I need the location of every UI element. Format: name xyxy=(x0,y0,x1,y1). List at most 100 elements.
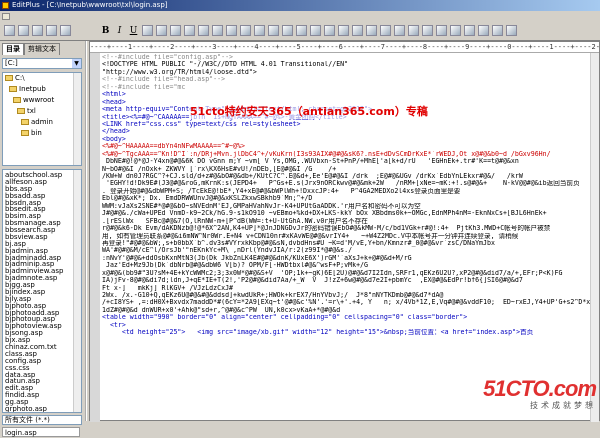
italic-icon[interactable]: I xyxy=(114,25,125,36)
toolbar: B I U xyxy=(0,22,600,41)
code-line: <!--#include file="mc xyxy=(102,83,186,91)
style-icon[interactable] xyxy=(422,25,433,36)
settings-icon[interactable] xyxy=(492,25,503,36)
code-line: <html> xyxy=(102,91,126,99)
indent-icon[interactable] xyxy=(226,25,237,36)
div-icon[interactable] xyxy=(366,25,377,36)
code-line: 1dZ#@#@&d dnWUR+x0'+Ahk@"sd+r,^@#@&c^PW … xyxy=(102,306,341,314)
title-bar: EditPlus - [C:\Inetpub\wwwroot\txl\login… xyxy=(0,0,600,11)
code-line: WA'#@#@&M/cE^l/OrsJb'"nEKnkYc+M\ ,nDrl(Y… xyxy=(102,247,353,255)
tree-item[interactable]: Inetpub xyxy=(9,85,46,94)
file-filter-select[interactable]: 所有文件 (*.*) xyxy=(2,415,82,425)
column-ruler: ----+----1----+----2----+----3----+----4… xyxy=(90,42,599,53)
validate-icon[interactable] xyxy=(464,25,475,36)
code-line: r@#@&k6-Dk Evm/dAKDNzb@!@*6X^2AN,K4+UP]*… xyxy=(102,225,551,233)
paragraph-icon[interactable] xyxy=(254,25,265,36)
code-line: <LINK href="css.css" type=text/css rel=s… xyxy=(102,120,301,128)
code-line: <%#@~^HAAAAA==dbYn4nNFwMAAAA==^#~@%> xyxy=(102,143,245,151)
folder-open-icon xyxy=(17,108,25,114)
line-gutter xyxy=(90,53,100,422)
tree-item[interactable]: txl xyxy=(17,107,36,116)
save-all-icon[interactable] xyxy=(46,25,57,36)
color-icon[interactable] xyxy=(156,25,167,36)
code-line: Ft x-] mkKj] RlKGV+ /VJzLdzCxJ# xyxy=(102,284,234,292)
tree-item[interactable]: admin xyxy=(21,118,53,127)
code-line: J#@#@&./cWa+UPEd VnmD-k9~2Ck/hG.9-s1kO91… xyxy=(102,210,547,218)
tools-icon[interactable] xyxy=(478,25,489,36)
folder-icon xyxy=(21,119,29,125)
underline-icon[interactable]: U xyxy=(128,25,139,36)
tree-item[interactable]: C:\ xyxy=(5,74,25,83)
preview-icon[interactable] xyxy=(436,25,447,36)
site-watermark: 51CTO.com 技术成就梦想 xyxy=(483,376,597,411)
tab-directory[interactable]: 目录 xyxy=(2,43,24,55)
chevron-down-icon[interactable]: ▼ xyxy=(72,59,81,68)
file-list-scrollbar[interactable] xyxy=(73,170,81,412)
code-line: DbNE#@!@*@J-Y4xn@#@&6K DO vGnn m;Y ~vm[ … xyxy=(102,158,519,166)
tree-item[interactable]: bin xyxy=(21,129,42,138)
form-icon[interactable] xyxy=(296,25,307,36)
code-line: <!DOCTYPE HTML PUBLIC "-//W3C//DTD HTML … xyxy=(102,61,349,69)
link-icon[interactable] xyxy=(170,25,181,36)
script-icon[interactable] xyxy=(408,25,419,36)
menu-bar xyxy=(0,11,600,22)
folder-icon xyxy=(21,130,29,136)
code-line: .[rESlWx SFBc@#@&7(O,lRnNW-m+[P^dB(WW=:t… xyxy=(102,217,368,225)
comment-icon[interactable] xyxy=(394,25,405,36)
window-title: EditPlus - [C:\Inetpub\wwwroot\txl\login… xyxy=(12,1,168,9)
code-line: <!--#include file="head.asp"--> xyxy=(102,76,226,84)
menu-icon[interactable] xyxy=(2,13,10,20)
tree-scrollbar[interactable] xyxy=(73,73,81,165)
file-list: aboutschool.asp allfeson.asp bbs.asp bbsadd… xyxy=(2,169,82,413)
new-file-icon[interactable] xyxy=(4,25,15,36)
tree-item[interactable]: wwwroot xyxy=(13,96,54,105)
help-icon[interactable] xyxy=(506,25,517,36)
code-editor[interactable]: ----+----1----+----2----+----3----+----4… xyxy=(89,41,600,422)
open-document-tab[interactable]: login.asp xyxy=(2,427,80,437)
browser-icon[interactable] xyxy=(450,25,461,36)
table-icon[interactable] xyxy=(198,25,209,36)
drive-select[interactable]: [C:] ▼ xyxy=(2,58,82,69)
code-line: </head> xyxy=(102,128,130,136)
textarea-icon[interactable] xyxy=(338,25,349,36)
select-icon[interactable] xyxy=(324,25,335,36)
code-line: 'EGHY!d!Dk9E#(J3@#@&roG,mKrnK:s(JEPD4+ P… xyxy=(102,180,580,188)
code-line: <td height="25"> <img src="image/xb.gif"… xyxy=(102,329,534,337)
button-icon[interactable] xyxy=(352,25,363,36)
editor-scrollbar[interactable] xyxy=(590,53,599,422)
list-icon[interactable] xyxy=(212,25,223,36)
code-line: "http://www.w3.org/TR/html4/loose.dtd"> xyxy=(102,68,257,76)
folder-icon xyxy=(13,97,21,103)
image-icon[interactable] xyxy=(184,25,195,36)
code-line: WWM:vJaXs2SNE#*@#@&bO~sNVEdnM'EJ,GMPaHVa… xyxy=(102,202,421,210)
code-line: /KW+W dn0J?RGC^?+CJ.sld/d+z#@&bO#@&db+/K… xyxy=(102,173,523,180)
drive-value: [C:] xyxy=(5,59,18,67)
bold-icon[interactable]: B xyxy=(100,25,111,36)
open-file-icon[interactable] xyxy=(18,25,29,36)
font-icon[interactable] xyxy=(142,25,153,36)
tab-cliptext[interactable]: 剪辑文本 xyxy=(24,43,60,55)
code-line: Jaz'Ed+Mz9Jb(Dk`dbNrb@#@&dbW6 V[b)? OPM/… xyxy=(102,262,368,270)
code-line: N~bO#@&I /nOxk+ ZKWVY [`rx\KX6HsE#vU!/nD… xyxy=(102,165,337,173)
code-line: <!--#include file="config.asp"--> xyxy=(102,54,234,61)
watermark-tagline: 技术成就梦想 xyxy=(530,401,596,410)
code-line: x@#@&(bb9#"3U?sM+4E+kYcWWMc2;3;3x0W*@#@&… xyxy=(102,269,563,277)
file-list-item[interactable]: grphoto.asp xyxy=(5,405,47,412)
hr-icon[interactable] xyxy=(282,25,293,36)
directory-panel: 目录 剪辑文本 [C:] ▼ C:\ Inetpub wwwroot txl a… xyxy=(0,41,87,437)
code-line: <body> xyxy=(102,135,126,143)
break-icon[interactable] xyxy=(268,25,279,36)
code-line: <tr> xyxy=(102,321,126,329)
app-icon xyxy=(2,2,9,9)
folder-icon xyxy=(9,86,17,92)
code-line: Ebl@#@&xK*; Dx. EmdDRWWUnvJ@#@&xKSLZkxwS… xyxy=(102,195,313,203)
span-icon[interactable] xyxy=(380,25,391,36)
save-icon[interactable] xyxy=(32,25,43,36)
watermark-logo: 51CTO.com xyxy=(483,376,597,401)
input-icon[interactable] xyxy=(310,25,321,36)
print-icon[interactable] xyxy=(60,25,71,36)
anchor-icon[interactable] xyxy=(240,25,251,36)
folder-tree: C:\ Inetpub wwwroot txl admin bin xyxy=(2,72,82,166)
code-line: :nNvY'@#@&+ddOsbKxnMtN3(Jb(Dk JkbZnLK4E#… xyxy=(102,254,412,262)
